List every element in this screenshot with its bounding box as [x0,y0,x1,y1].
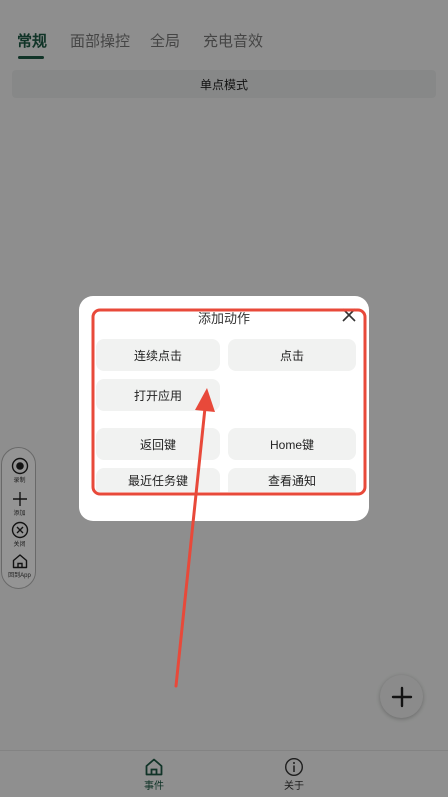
action-back-key-button[interactable]: 返回键 [96,428,220,460]
action-click-button[interactable]: 点击 [228,339,356,371]
action-home-key-button[interactable]: Home键 [228,428,356,460]
add-action-dialog: 添加动作 连续点击 点击 打开应用 返回键 Home键 最近任务键 查看通知 [79,296,369,521]
action-open-app-button[interactable]: 打开应用 [96,379,220,411]
action-view-notifications-button[interactable]: 查看通知 [228,468,356,492]
dialog-title: 添加动作 [197,311,250,326]
action-continuous-click-button[interactable]: 连续点击 [96,339,220,371]
action-recent-tasks-button[interactable]: 最近任务键 [96,468,220,492]
close-icon[interactable] [341,307,357,323]
